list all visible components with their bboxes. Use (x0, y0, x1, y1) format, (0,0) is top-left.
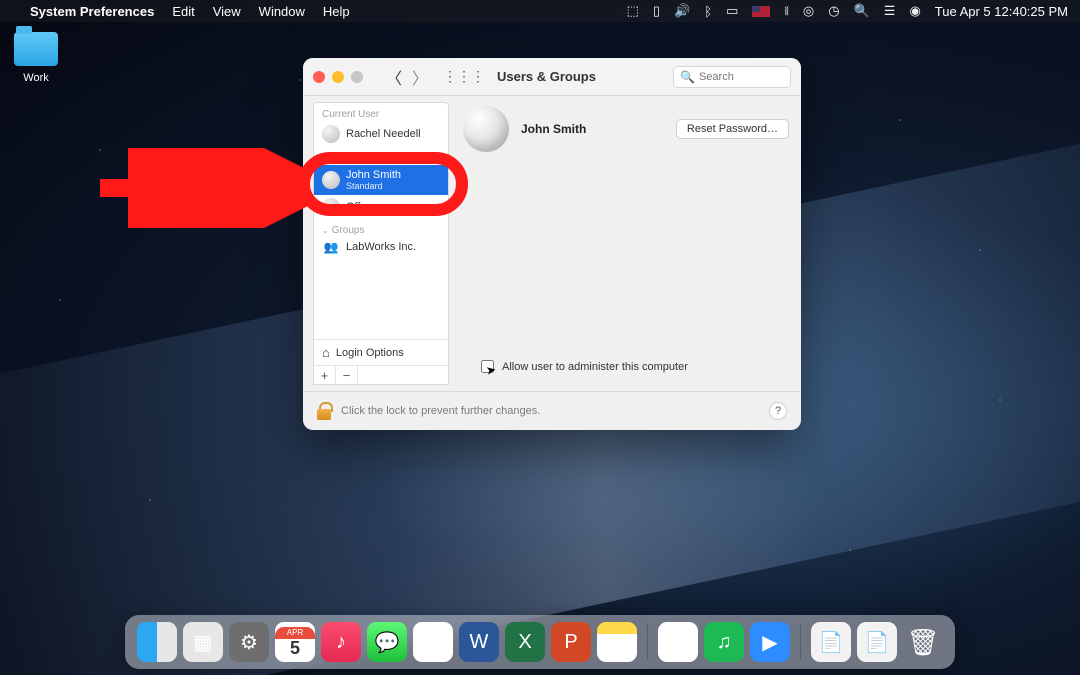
dock-separator (647, 624, 648, 660)
folder-label: Work (14, 72, 58, 84)
dock-powerpoint-icon[interactable]: P (551, 622, 591, 662)
remove-user-button[interactable]: − (336, 366, 358, 384)
group-icon: 👥 (322, 241, 340, 253)
lock-icon[interactable] (317, 402, 331, 420)
menu-edit[interactable]: Edit (172, 4, 194, 19)
help-button[interactable]: ? (769, 402, 787, 420)
dock-launchpad-icon[interactable]: ▦ (183, 622, 223, 662)
login-options-row[interactable]: ⌂ Login Options (314, 339, 448, 365)
current-user-section-label: Current User (314, 103, 448, 122)
dock-messages-icon[interactable]: 💬 (367, 622, 407, 662)
input-source-flag-icon[interactable] (752, 6, 770, 17)
dock-calendar-icon[interactable]: APR 5 (275, 622, 315, 662)
battery-icon[interactable]: ▭ (726, 3, 738, 19)
window-traffic-lights (313, 71, 363, 83)
dock-separator (800, 624, 801, 660)
siri-icon[interactable]: ◉ (909, 3, 920, 19)
device-icon[interactable]: ▯ (653, 3, 660, 19)
admin-checkbox-label: Allow user to administer this computer (502, 361, 688, 373)
dock-trash-icon[interactable]: 🗑 (903, 622, 943, 662)
minimize-button[interactable] (332, 71, 344, 83)
menubar-clock[interactable]: Tue Apr 5 12:40:25 PM (935, 4, 1068, 19)
user-detail-pane: John Smith Reset Password… ➤ Allow user … (449, 96, 801, 385)
group-name: LabWorks Inc. (346, 241, 416, 253)
lock-row: Click the lock to prevent further change… (303, 392, 801, 430)
dock-chrome-icon[interactable]: ◉ (413, 622, 453, 662)
calendar-day: 5 (290, 639, 300, 657)
selected-user-name: John Smith (346, 169, 401, 181)
login-options-label: Login Options (336, 347, 404, 359)
folder-icon (14, 32, 58, 66)
menu-view[interactable]: View (213, 4, 241, 19)
dock: ▦ ⚙ APR 5 ♪ 💬 ◉ W X P ⁜ ♫ ▶ 📄 📄 🗑 (125, 615, 955, 669)
cursor-icon: ➤ (485, 362, 497, 378)
selected-user-role: Standard (346, 181, 401, 191)
sidebar-user-guest[interactable]: Off (314, 195, 448, 219)
dock-spotify-icon[interactable]: ♫ (704, 622, 744, 662)
annotation-arrow (90, 148, 310, 228)
dropbox-icon[interactable]: ⬚ (627, 3, 639, 19)
dock-document-icon[interactable]: 📄 (811, 622, 851, 662)
bluetooth-icon[interactable]: ᛒ (704, 4, 712, 19)
volume-icon[interactable]: 🔊 (674, 3, 690, 19)
window-title: Users & Groups (497, 69, 596, 84)
menu-help[interactable]: Help (323, 4, 350, 19)
add-user-button[interactable]: + (314, 366, 336, 384)
admin-checkbox-row[interactable]: ➤ Allow user to administer this computer (463, 360, 789, 373)
menubar: System Preferences Edit View Window Help… (0, 0, 1080, 22)
sidebar-user-current[interactable]: Rachel Needell (314, 122, 448, 146)
menubar-app-name[interactable]: System Preferences (30, 4, 154, 19)
other-users-section-label[interactable]: ⌄Other Users (314, 146, 448, 165)
sidebar-group-labworks[interactable]: 👥 LabWorks Inc. (314, 238, 448, 256)
search-input[interactable] (699, 71, 779, 83)
dock-excel-icon[interactable]: X (505, 622, 545, 662)
close-button[interactable] (313, 71, 325, 83)
avatar-icon (322, 198, 340, 216)
dock-slack-icon[interactable]: ⁜ (658, 622, 698, 662)
search-icon: 🔍 (680, 70, 695, 84)
users-sidebar: Current User Rachel Needell ⌄Other Users… (313, 102, 449, 385)
spotlight-icon[interactable]: 🔍 (854, 3, 870, 19)
menu-window[interactable]: Window (259, 4, 305, 19)
current-user-name: Rachel Needell (346, 128, 421, 140)
dock-finder-icon[interactable] (137, 622, 177, 662)
dock-notes-icon[interactable] (597, 622, 637, 662)
chevron-down-icon: ⌄ (322, 153, 329, 162)
forward-button: 〉 (409, 67, 431, 87)
lock-text: Click the lock to prevent further change… (341, 405, 540, 417)
desktop-folder-work[interactable]: Work (14, 32, 58, 84)
sidebar-user-john-smith[interactable]: John Smith Standard (314, 165, 448, 195)
show-all-icon[interactable]: ⋮⋮⋮ (443, 68, 485, 85)
chevron-down-icon: ⌄ (322, 226, 329, 235)
user-icon[interactable]: ◎ (803, 3, 814, 19)
user-avatar[interactable] (463, 106, 509, 152)
avatar-icon (322, 171, 340, 189)
groups-section-label[interactable]: ⌄Groups (314, 219, 448, 238)
back-button[interactable]: 〈 (383, 67, 405, 87)
avatar-icon (322, 125, 340, 143)
window-titlebar: 〈 〉 ⋮⋮⋮ Users & Groups 🔍 (303, 58, 801, 96)
zoom-button[interactable] (351, 71, 363, 83)
clock-status-icon[interactable]: ◷ (828, 3, 839, 19)
dock-zoom-icon[interactable]: ▶ (750, 622, 790, 662)
dock-document-icon[interactable]: 📄 (857, 622, 897, 662)
desktop: System Preferences Edit View Window Help… (0, 0, 1080, 675)
dock-music-icon[interactable]: ♪ (321, 622, 361, 662)
detail-user-name: John Smith (521, 122, 586, 136)
home-icon: ⌂ (322, 345, 330, 360)
wifi-icon[interactable]: ⧛ (784, 3, 789, 19)
search-field[interactable]: 🔍 (673, 66, 791, 88)
dock-word-icon[interactable]: W (459, 622, 499, 662)
dock-system-preferences-icon[interactable]: ⚙ (229, 622, 269, 662)
guest-user-status: Off (346, 201, 360, 213)
reset-password-button[interactable]: Reset Password… (676, 119, 789, 139)
users-groups-window: 〈 〉 ⋮⋮⋮ Users & Groups 🔍 Current User Ra… (303, 58, 801, 430)
control-center-icon[interactable]: ☰ (884, 3, 896, 19)
